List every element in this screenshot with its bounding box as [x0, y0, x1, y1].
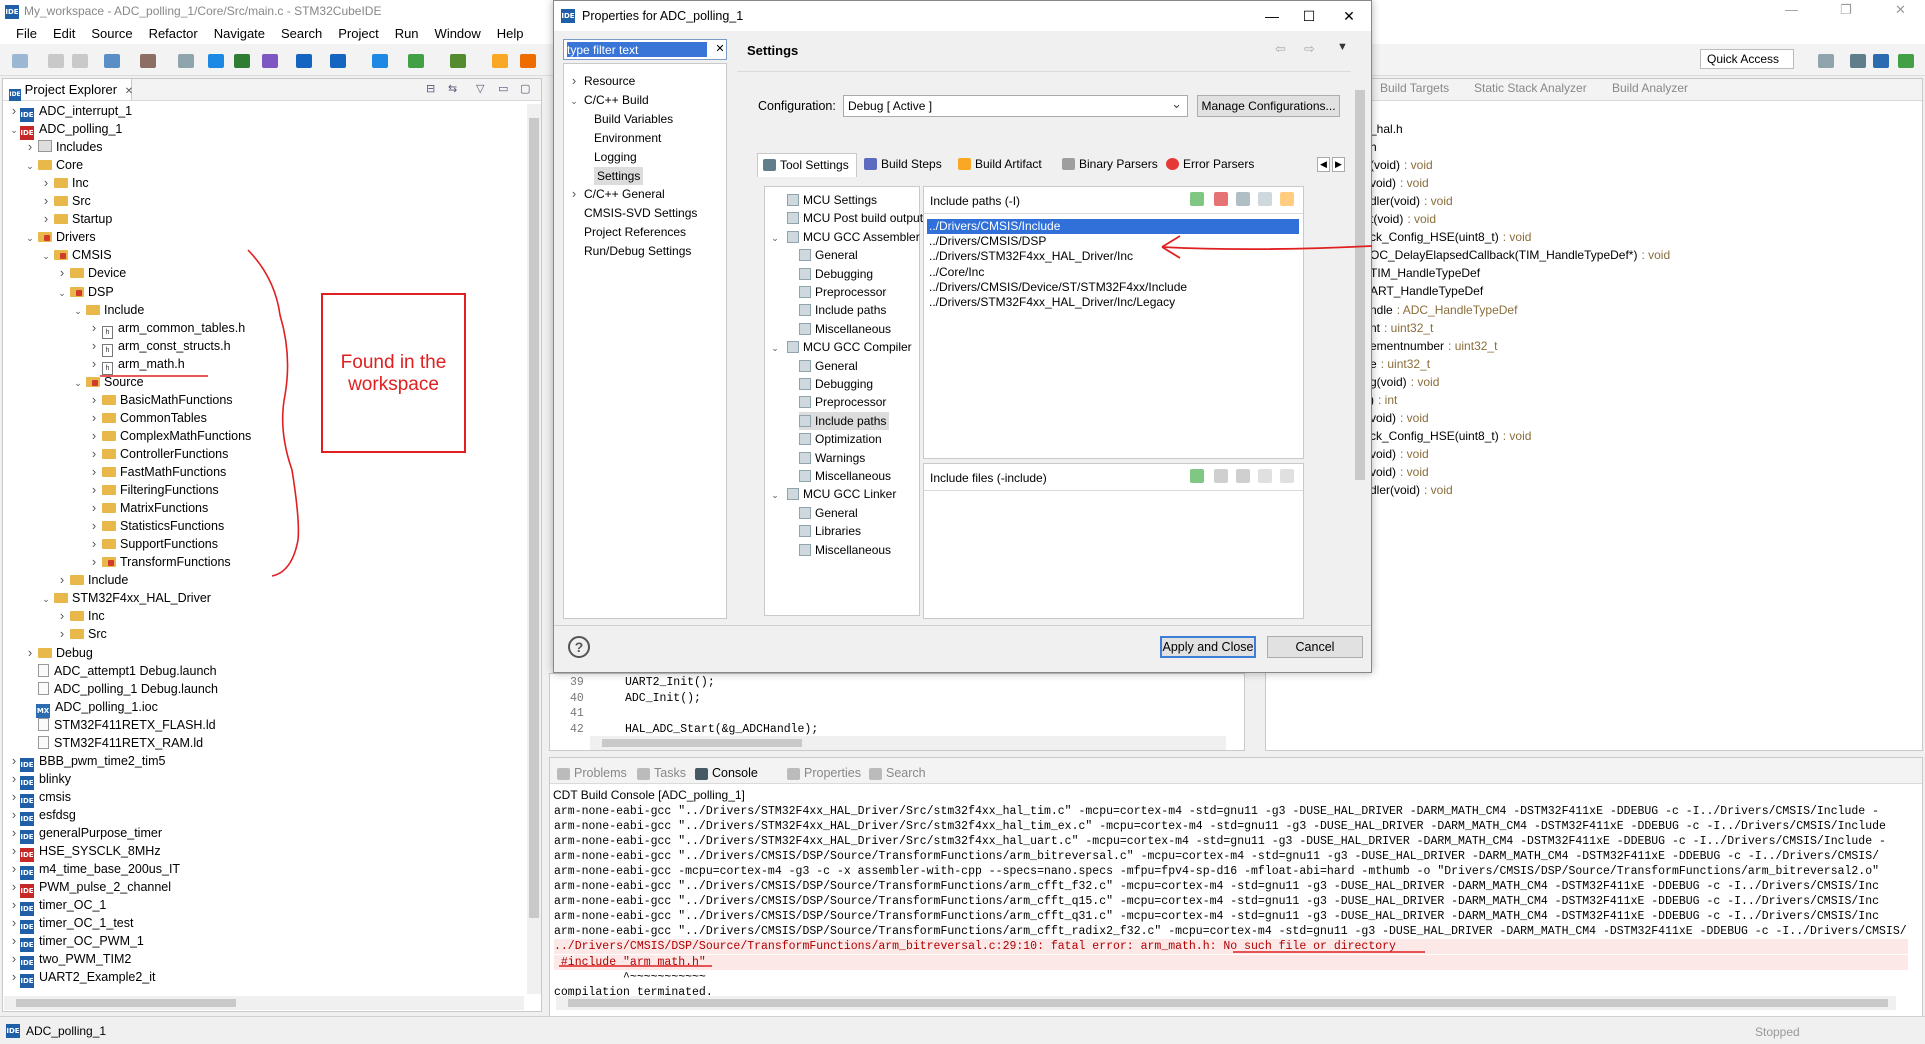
- tool-item-libraries[interactable]: Libraries: [799, 522, 861, 540]
- file-move-down-icon[interactable]: [1280, 469, 1294, 483]
- tool-item-label: Miscellaneous: [815, 469, 892, 483]
- tool-option-icon: [799, 506, 811, 519]
- tool-item-label: Warnings: [815, 450, 866, 465]
- include-files-divider: [924, 490, 1303, 491]
- tool-item-general[interactable]: General: [799, 504, 858, 522]
- arrow-line: [1161, 245, 1373, 251]
- tool-item-mcu-gcc-linker[interactable]: ⌄ MCU GCC Linker: [769, 485, 896, 503]
- status-state: Stopped: [1755, 1025, 1800, 1039]
- tool-item-miscellaneous[interactable]: Miscellaneous: [799, 541, 891, 559]
- include-files-panel: Include files (-include): [923, 463, 1304, 619]
- tool-option-icon: [799, 433, 811, 446]
- chevron-down-icon[interactable]: ⌄: [769, 486, 781, 504]
- tool-item-warnings[interactable]: Warnings: [799, 449, 865, 467]
- edit-file-icon[interactable]: [1236, 469, 1250, 483]
- status-bar: IDE ADC_polling_1 Stopped: [0, 1016, 1925, 1044]
- tool-item-label: Miscellaneous: [815, 542, 892, 557]
- tool-item-label: Include paths: [815, 413, 887, 428]
- delete-file-icon[interactable]: [1214, 469, 1228, 483]
- tool-item-label: General: [815, 505, 858, 520]
- tool-item-label: MCU GCC Linker: [803, 487, 897, 502]
- tool-item-label: Libraries: [815, 524, 862, 539]
- tool-item-optimization[interactable]: Optimization: [799, 430, 882, 448]
- status-project-icon: IDE: [6, 1024, 20, 1038]
- tool-option-icon: [799, 414, 811, 427]
- arrow-annotation: [1161, 235, 1373, 259]
- tool-item-miscellaneous[interactable]: Miscellaneous: [799, 467, 891, 485]
- cancel-button[interactable]: Cancel: [1267, 636, 1363, 658]
- tool-item-include-paths[interactable]: Include paths: [799, 411, 890, 430]
- console-hscrollbar[interactable]: [556, 996, 1896, 1010]
- tool-option-icon: [799, 525, 811, 538]
- tool-option-icon: [799, 451, 811, 464]
- status-selected-project: ADC_polling_1: [26, 1024, 107, 1038]
- tool-option-icon: [799, 543, 811, 556]
- apply-and-close-button[interactable]: Apply and Close: [1160, 636, 1256, 658]
- file-move-up-icon[interactable]: [1258, 469, 1272, 483]
- tool-item-label: Optimization: [815, 432, 882, 447]
- help-icon[interactable]: ?: [568, 636, 590, 658]
- include-files-title: Include files (-include): [930, 471, 1047, 485]
- tool-option-icon: [787, 488, 799, 501]
- dialog-button-divider: [554, 625, 1371, 626]
- add-file-icon[interactable]: [1190, 469, 1204, 483]
- tool-option-icon: [799, 470, 811, 482]
